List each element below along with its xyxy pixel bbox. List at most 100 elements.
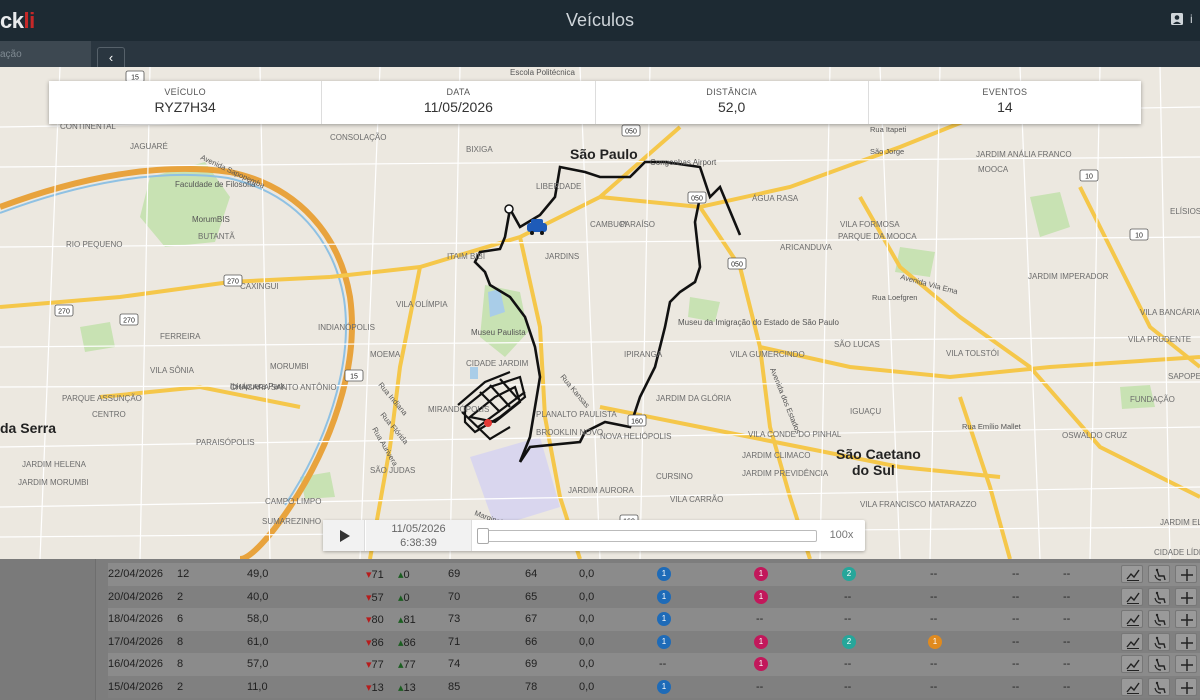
map-label: JARDIM PREVIDÊNCIA [742,469,829,478]
table-row[interactable]: 22/04/2026 12 49,0 ▾71 ▴0 69 64 0,0 1 1 2 -- -- -- [108,563,1200,586]
seat-button[interactable] [1148,565,1170,583]
map-label: MORUMBI [270,362,309,371]
plus-icon [1181,569,1193,581]
map-label: VILA FRANCISCO MATARAZZO [860,500,977,509]
event-badge[interactable]: 1 [657,634,671,649]
cell-empty: -- [1012,590,1020,603]
map-label: CIDADE LÍDER [1154,548,1200,557]
chart-button[interactable] [1121,587,1143,606]
event-badge[interactable]: 1 [657,612,671,626]
seat-button[interactable] [1148,610,1170,628]
table-row[interactable]: 16/04/2026 8 57,0 ▾77 ▴77 74 69 0,0 -- 1 -- -- -- -- [108,653,1200,676]
arrow-up-icon: ▴ [398,681,404,694]
plus-icon [1181,681,1193,694]
seat-button[interactable] [1148,632,1170,651]
add-button[interactable] [1175,632,1197,651]
map-label: RIO PEQUENO [66,240,122,249]
seat-icon [1154,591,1166,604]
chart-button[interactable] [1121,677,1143,696]
seat-button[interactable] [1148,677,1170,696]
collapse-panel-button[interactable]: ‹ [97,47,125,69]
road-shield-icon: 050 [727,257,747,270]
add-button[interactable] [1175,565,1197,583]
trip-info-bar: Veículo RYZ7H34 Data 11/05/2026 Distânci… [49,81,1141,124]
cell-empty: -- [1063,658,1071,670]
chart-button[interactable] [1121,632,1143,651]
map-label: ITAIM BIBI [447,252,485,261]
event-badge[interactable]: 2 [842,634,856,649]
add-button[interactable] [1175,587,1197,606]
map-label: CURSINO [656,472,693,481]
table-row[interactable]: 17/04/2026 8 61,0 ▾86 ▴86 71 66 0,0 1 1 2 1 -- -- [108,630,1200,653]
event-badge[interactable]: 1 [657,589,671,604]
sub-bar: ação ‹ [0,41,1200,69]
add-button[interactable] [1175,655,1197,673]
cell-value-b: 67 [525,613,538,625]
map-label: NOVA HELIÓPOLIS [600,432,671,441]
event-badge[interactable]: 1 [657,567,671,581]
event-badge[interactable]: 1 [754,567,768,581]
events-value: 14 [997,99,1013,115]
cell-distance: 61,0 [247,635,269,648]
map-label: São Jorge [870,147,904,156]
chart-icon [1126,682,1140,694]
seat-icon [1154,658,1166,671]
map-label: VILA BANCÁRIA [1140,308,1200,317]
map-label: Museu da Imigração do Estado de São Paul… [678,318,840,327]
cell-date: 22/04/2026 [108,568,164,580]
seat-button[interactable] [1148,587,1170,606]
chart-button[interactable] [1121,610,1143,628]
user-name[interactable]: i [1190,12,1193,26]
left-panel [0,559,96,700]
map-label: CAXINGUI [240,282,279,291]
cell-speed-up: ▴0 [398,569,410,581]
chart-button[interactable] [1121,565,1143,583]
map-label: do Sul [852,462,895,478]
event-badge[interactable]: 1 [657,679,671,694]
add-button[interactable] [1175,610,1197,628]
event-badge[interactable]: 1 [754,657,768,671]
map-label: VILA GUMERCINDO [730,350,805,359]
distance-label: Distância [706,87,757,97]
event-badge[interactable]: 1 [928,634,942,649]
playback-speed[interactable]: 100x [818,520,865,551]
arrow-down-icon: ▾ [366,636,372,649]
vehicle-label: Veículo [164,87,206,97]
map-label: SUMAREZINHO [262,517,321,526]
cell-count: 6 [177,613,184,625]
cell-empty: -- [930,658,938,670]
map-label: BIXIGA [466,145,493,154]
cell-empty: -- [1063,590,1071,603]
cell-empty: -- [1063,568,1071,580]
chart-button[interactable] [1121,655,1143,673]
map-label: Rua Itapeti [870,125,907,134]
table-row[interactable]: 20/04/2026 2 40,0 ▾57 ▴0 70 65 0,0 1 1 -- -- -- -- [108,585,1200,608]
map-view[interactable]: São Paulo São Caetano do Sul da Serra CONTIN… [0,67,1200,559]
playback-slider-thumb[interactable] [477,528,489,544]
map-label: PLANALTO PAULISTA [536,410,617,419]
map-labels: São PauloSão Caetanodo Sulda SerraCONTIN… [0,68,1200,557]
play-button[interactable] [323,520,365,551]
map-label: JARDIM IMPERADOR [1028,272,1109,281]
road-shield-icon: 270 [223,274,243,287]
map-label: BUTANTÃ [198,232,235,241]
event-badge[interactable]: 2 [842,567,856,581]
user-icon[interactable] [1170,12,1184,26]
seat-button[interactable] [1148,655,1170,673]
table-row[interactable]: 15/04/2026 2 11,0 ▾13 ▴13 85 78 0,0 1 -- -- -- -- -- [108,675,1200,698]
table-row[interactable]: 18/04/2026 6 58,0 ▾80 ▴81 73 67 0,0 1 -- -- -- -- -- [108,608,1200,631]
cell-date: 15/04/2026 [108,680,164,693]
cell-count: 8 [177,635,184,648]
event-badge[interactable]: 1 [754,589,768,604]
add-button[interactable] [1175,677,1197,696]
event-badge[interactable]: 1 [754,634,768,649]
cell-count: 8 [177,658,184,670]
sidebar-search-input[interactable]: ação [0,41,91,67]
cell-value-c: 0,0 [579,680,595,693]
cell-speed-up: ▴81 [398,614,416,626]
trips-table: 22/04/2026 12 49,0 ▾71 ▴0 69 64 0,0 1 1 2 -- -- -- 20/… [108,559,1200,700]
cell-empty: -- [1012,568,1020,580]
map-label: INDIANÓPOLIS [318,323,375,332]
playback-slider-track[interactable] [477,530,817,542]
svg-text:270: 270 [227,279,239,286]
